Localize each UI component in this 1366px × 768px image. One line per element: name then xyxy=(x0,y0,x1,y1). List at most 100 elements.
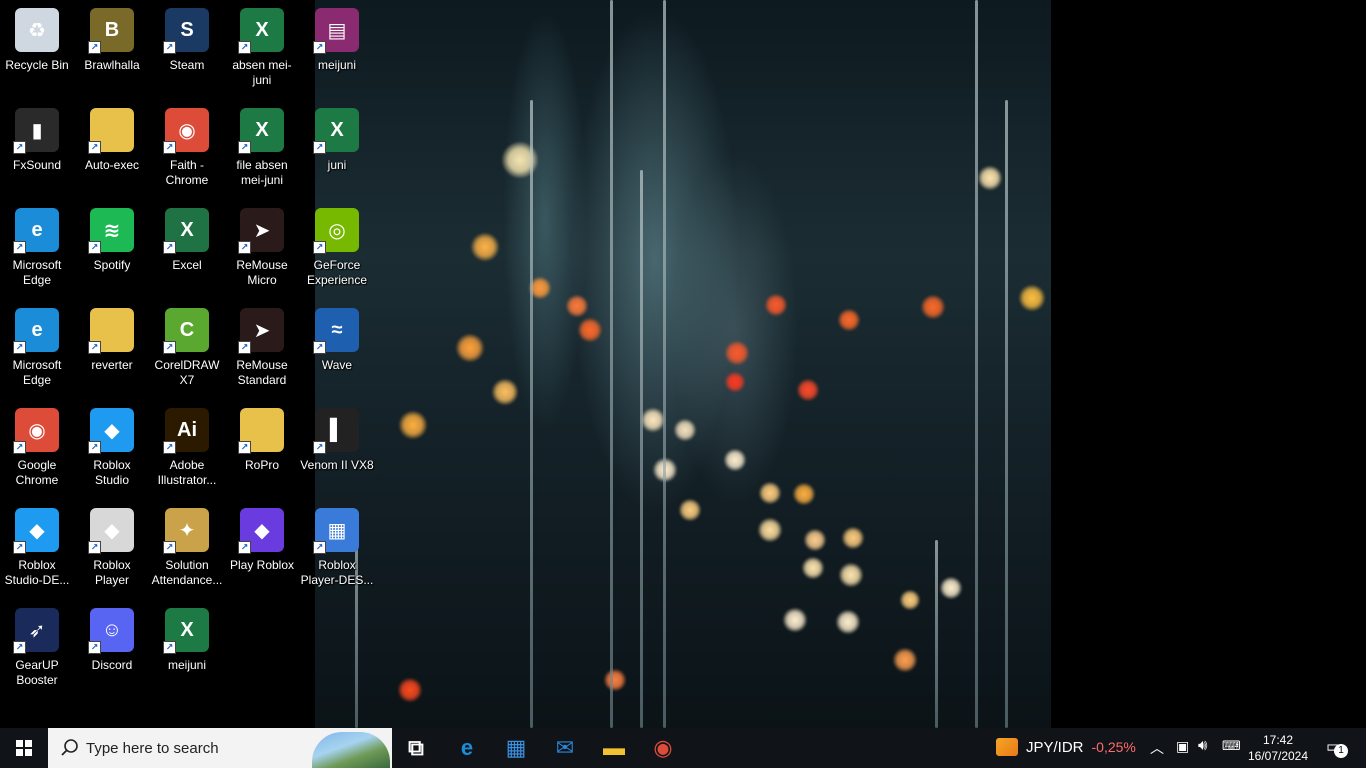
desktop-icon-roblox-studio[interactable]: ◆ ↗ Roblox Studio xyxy=(75,402,149,498)
bokeh-light xyxy=(921,295,945,319)
desktop-icon-label: file absen mei-juni xyxy=(236,158,288,187)
roblox-player-icon: ◆ ↗ xyxy=(88,508,134,554)
shortcut-arrow-icon: ↗ xyxy=(313,541,326,554)
desktop-icon-microsoft-edge-2[interactable]: e ↗ Microsoft Edge xyxy=(0,302,74,398)
search-placeholder: Type here to search xyxy=(86,739,219,757)
microsoft-edge-2-icon: e ↗ xyxy=(13,308,59,354)
gearup-booster-icon: ➶ ↗ xyxy=(13,608,59,654)
volume-icon[interactable]: 🔊︎ xyxy=(1198,737,1207,754)
bokeh-light xyxy=(398,678,422,702)
desktop-icon-discord[interactable]: ☺ ↗ Discord xyxy=(75,602,149,698)
desktop-icon-microsoft-edge-1[interactable]: e ↗ Microsoft Edge xyxy=(0,202,74,298)
meet-now-icon[interactable]: ▣ xyxy=(1176,738,1189,755)
taskbar-file-explorer-button[interactable]: ▬ xyxy=(590,728,638,768)
solution-attendance-icon: ✦ ↗ xyxy=(163,508,209,554)
language-input-icon[interactable]: ⌨ xyxy=(1222,738,1241,754)
play-roblox-icon: ◆ ↗ xyxy=(238,508,284,554)
shortcut-arrow-icon: ↗ xyxy=(238,141,251,154)
desktop-icon-play-roblox[interactable]: ◆ ↗ Play Roblox xyxy=(225,502,299,598)
auto-exec-icon: ↗ xyxy=(88,108,134,154)
desktop-icon-faith-chrome[interactable]: ◉ ↗ Faith - Chrome xyxy=(150,102,224,198)
bokeh-light xyxy=(492,379,518,405)
desktop-icon-fxsound[interactable]: ▮ ↗ FxSound xyxy=(0,102,74,198)
taskbar-mail-button[interactable]: ✉ xyxy=(541,728,589,768)
desktop-icon-excel[interactable]: X ↗ Excel xyxy=(150,202,224,298)
juni-icon: X ↗ xyxy=(313,108,359,154)
desktop-icon-roblox-player-des[interactable]: ▦ ↗ Roblox Player-DES... xyxy=(300,502,374,598)
edge-icon: e xyxy=(460,735,474,760)
rain-streak xyxy=(663,0,666,728)
shortcut-arrow-icon: ↗ xyxy=(313,141,326,154)
rain-streak xyxy=(935,540,938,728)
brawlhalla-icon: B ↗ xyxy=(88,8,134,54)
show-hidden-icons-chevron-icon[interactable]: ︿ xyxy=(1150,738,1164,758)
desktop-icon-venom-ii-vx8[interactable]: ▌ ↗ Venom II VX8 xyxy=(300,402,374,498)
desktop-icon-label: Microsoft Edge xyxy=(12,358,62,387)
desktop-icon-file-absen-mei-juni[interactable]: X ↗ file absen mei-juni xyxy=(225,102,299,198)
taskbar-microsoft-store-button[interactable]: ▦ xyxy=(492,728,540,768)
desktop-icon-remouse-standard[interactable]: ➤ ↗ ReMouse Standard xyxy=(225,302,299,398)
desktop-icon-label: Roblox Player xyxy=(93,558,131,587)
desktop-icon-absen-mei-juni[interactable]: X ↗ absen mei-juni xyxy=(225,2,299,98)
desktop-icon-label: GeForce Experience xyxy=(306,258,368,287)
bokeh-light xyxy=(604,669,626,691)
desktop-icon-label: Venom II VX8 xyxy=(300,458,374,472)
roblox-player-des-icon: ▦ ↗ xyxy=(313,508,359,554)
remouse-standard-icon: ➤ ↗ xyxy=(238,308,284,354)
desktop-icon-google-chrome[interactable]: ◉ ↗ Google Chrome xyxy=(0,402,74,498)
desktop-icon-gearup-booster[interactable]: ➶ ↗ GearUP Booster xyxy=(0,602,74,698)
shortcut-arrow-icon: ↗ xyxy=(238,241,251,254)
shortcut-arrow-icon: ↗ xyxy=(88,541,101,554)
desktop-icon-label: Microsoft Edge xyxy=(12,258,62,287)
bokeh-light xyxy=(893,648,917,672)
bokeh-light xyxy=(765,294,787,316)
desktop-icon-label: RoPro xyxy=(244,458,279,472)
desktop-icon-ropro[interactable]: ↗ RoPro xyxy=(225,402,299,498)
desktop-icon-coreldraw-x7[interactable]: C ↗ CorelDRAW X7 xyxy=(150,302,224,398)
stock-widget[interactable]: JPY/IDR -0,25% xyxy=(996,738,1136,756)
taskbar-task-view-button[interactable]: ⧉ xyxy=(392,728,440,768)
bokeh-light xyxy=(797,379,819,401)
desktop-icon-spotify[interactable]: ≋ ↗ Spotify xyxy=(75,202,149,298)
stock-change: -0,25% xyxy=(1091,739,1136,755)
taskbar-edge-button[interactable]: e xyxy=(443,728,491,768)
bokeh-light xyxy=(759,482,781,504)
desktop-icon-meijuni-rar[interactable]: ▤ ↗ meijuni xyxy=(300,2,374,98)
desktop-icon-label: Roblox Player-DES... xyxy=(300,558,374,587)
desktop-icon-adobe-illustrator[interactable]: Ai ↗ Adobe Illustrator... xyxy=(150,402,224,498)
desktop-icon-wave[interactable]: ≈ ↗ Wave xyxy=(300,302,374,398)
desktop-icon-roblox-studio-de[interactable]: ◆ ↗ Roblox Studio-DE... xyxy=(0,502,74,598)
desktop-icon-label: reverter xyxy=(91,358,133,372)
desktop-icon-label: Excel xyxy=(172,258,202,272)
action-center-button[interactable]: ▭ 1 xyxy=(1324,736,1348,760)
bokeh-light xyxy=(471,233,499,261)
wave-icon: ≈ ↗ xyxy=(313,308,359,354)
clock-date: 16/07/2024 xyxy=(1247,749,1309,763)
shortcut-arrow-icon: ↗ xyxy=(163,41,176,54)
venom-ii-vx8-icon: ▌ ↗ xyxy=(313,408,359,454)
desktop-icon-remouse-micro[interactable]: ➤ ↗ ReMouse Micro xyxy=(225,202,299,298)
taskbar-search-box[interactable]: Type here to search xyxy=(48,728,392,768)
bokeh-light xyxy=(674,419,696,441)
clock[interactable]: 17:42 16/07/2024 xyxy=(1240,732,1316,764)
desktop-icon-geforce-experience[interactable]: ◎ ↗ GeForce Experience xyxy=(300,202,374,298)
bokeh-light xyxy=(578,318,602,342)
chrome-icon: ◉ xyxy=(653,735,673,760)
taskbar-chrome-button[interactable]: ◉ xyxy=(639,728,687,768)
desktop-icon-solution-attendance[interactable]: ✦ ↗ Solution Attendance... xyxy=(150,502,224,598)
shortcut-arrow-icon: ↗ xyxy=(163,641,176,654)
desktop-icon-steam[interactable]: S ↗ Steam xyxy=(150,2,224,98)
desktop-icon-reverter[interactable]: ↗ reverter xyxy=(75,302,149,398)
desktop-icon-brawlhalla[interactable]: B ↗ Brawlhalla xyxy=(75,2,149,98)
desktop-icon-recycle-bin[interactable]: ♻ Recycle Bin xyxy=(0,2,74,98)
bokeh-light xyxy=(900,590,920,610)
desktop-icon-auto-exec[interactable]: ↗ Auto-exec xyxy=(75,102,149,198)
start-button[interactable] xyxy=(0,728,48,768)
desktop-icon-meijuni-xlsx[interactable]: X ↗ meijuni xyxy=(150,602,224,698)
desktop-icon-roblox-player[interactable]: ◆ ↗ Roblox Player xyxy=(75,502,149,598)
faith-chrome-icon: ◉ ↗ xyxy=(163,108,209,154)
mail-icon: ✉ xyxy=(555,735,575,760)
desktop-icon-label: GearUP Booster xyxy=(15,658,59,687)
desktop-icon-label: Recycle Bin xyxy=(5,58,69,72)
desktop-icon-juni[interactable]: X ↗ juni xyxy=(300,102,374,198)
